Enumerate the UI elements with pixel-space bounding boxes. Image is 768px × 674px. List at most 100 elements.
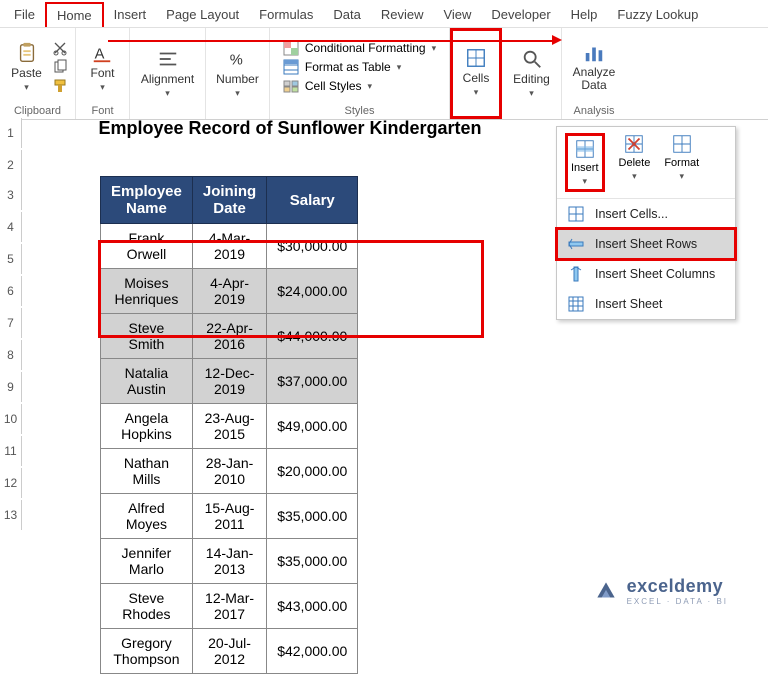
cells-button[interactable]: Cells▾	[459, 45, 494, 100]
menu-insert-cells-label: Insert Cells...	[595, 207, 668, 221]
cell-salary[interactable]: $49,000.00	[267, 404, 358, 449]
number-button[interactable]: % Number▾	[212, 46, 263, 101]
cell-date[interactable]: 22-Apr-2016	[192, 314, 266, 359]
watermark-icon	[593, 578, 619, 604]
row-header[interactable]: 6	[0, 276, 22, 306]
table-row[interactable]: Moises Henriques4-Apr-2019$24,000.00	[101, 269, 358, 314]
table-row[interactable]: Jennifer Marlo14-Jan-2013$35,000.00	[101, 539, 358, 584]
col-header-salary[interactable]: Salary	[267, 177, 358, 224]
cell-name[interactable]: Natalia Austin	[101, 359, 193, 404]
cell-date[interactable]: 4-Apr-2019	[192, 269, 266, 314]
insert-cells-menu-icon	[567, 205, 585, 223]
chevron-down-icon: ▾	[432, 43, 437, 54]
menu-insert-sheet[interactable]: Insert Sheet	[557, 289, 735, 319]
cell-date[interactable]: 20-Jul-2012	[192, 629, 266, 674]
number-label: Number	[216, 72, 259, 86]
row-header[interactable]: 1	[0, 118, 22, 148]
cell-name[interactable]: Alfred Moyes	[101, 494, 193, 539]
font-button[interactable]: A Font▾	[86, 40, 118, 95]
insert-split-button[interactable]: Insert▾	[565, 133, 605, 192]
alignment-button[interactable]: Alignment▾	[137, 46, 198, 101]
cell-salary[interactable]: $43,000.00	[267, 584, 358, 629]
table-row[interactable]: Steve Smith22-Apr-2016$44,000.00	[101, 314, 358, 359]
cell-name[interactable]: Jennifer Marlo	[101, 539, 193, 584]
annotation-arrow	[108, 40, 556, 42]
cut-icon[interactable]	[52, 40, 68, 56]
menu-insert-sheet-columns[interactable]: Insert Sheet Columns	[557, 259, 735, 289]
cell-name[interactable]: Angela Hopkins	[101, 404, 193, 449]
tab-fuzzy-lookup[interactable]: Fuzzy Lookup	[607, 3, 708, 26]
menu-insert-rows-label: Insert Sheet Rows	[595, 237, 697, 251]
tab-developer[interactable]: Developer	[481, 3, 560, 26]
watermark: exceldemy EXCEL · DATA · BI	[593, 576, 728, 606]
col-header-name[interactable]: Employee Name	[101, 177, 193, 224]
editing-button[interactable]: Editing▾	[509, 46, 554, 101]
tab-page-layout[interactable]: Page Layout	[156, 3, 249, 26]
tab-review[interactable]: Review	[371, 3, 434, 26]
cell-salary[interactable]: $20,000.00	[267, 449, 358, 494]
font-label: Font	[90, 66, 114, 80]
row-header[interactable]: 9	[0, 372, 22, 402]
delete-split-button[interactable]: Delete▾	[619, 133, 651, 192]
cell-styles-button[interactable]: Cell Styles ▾	[283, 78, 372, 94]
cell-salary[interactable]: $35,000.00	[267, 539, 358, 584]
cell-salary[interactable]: $35,000.00	[267, 494, 358, 539]
watermark-sub: EXCEL · DATA · BI	[627, 597, 728, 606]
cell-name[interactable]: Moises Henriques	[101, 269, 193, 314]
cell-date[interactable]: 28-Jan-2010	[192, 449, 266, 494]
cell-salary[interactable]: $30,000.00	[267, 224, 358, 269]
menu-insert-cells[interactable]: Insert Cells...	[557, 199, 735, 229]
cell-date[interactable]: 12-Mar-2017	[192, 584, 266, 629]
cell-name[interactable]: Frank Orwell	[101, 224, 193, 269]
table-row[interactable]: Natalia Austin12-Dec-2019$37,000.00	[101, 359, 358, 404]
tab-formulas[interactable]: Formulas	[249, 3, 323, 26]
table-row[interactable]: Alfred Moyes15-Aug-2011$35,000.00	[101, 494, 358, 539]
row-header[interactable]: 5	[0, 244, 22, 274]
row-header[interactable]: 13	[0, 500, 22, 530]
tab-help[interactable]: Help	[561, 3, 608, 26]
cell-salary[interactable]: $37,000.00	[267, 359, 358, 404]
row-header[interactable]: 10	[0, 404, 22, 434]
cell-salary[interactable]: $44,000.00	[267, 314, 358, 359]
employee-table[interactable]: Employee Name Joining Date Salary Frank …	[100, 176, 358, 674]
menu-insert-sheet-rows[interactable]: Insert Sheet Rows	[557, 229, 735, 259]
row-header[interactable]: 12	[0, 468, 22, 498]
table-row[interactable]: Gregory Thompson20-Jul-2012$42,000.00	[101, 629, 358, 674]
row-header[interactable]: 11	[0, 436, 22, 466]
cell-salary[interactable]: $42,000.00	[267, 629, 358, 674]
cell-date[interactable]: 14-Jan-2013	[192, 539, 266, 584]
conditional-formatting-button[interactable]: Conditional Formatting ▾	[283, 40, 436, 56]
cell-date[interactable]: 4-Mar-2019	[192, 224, 266, 269]
analyze-data-button[interactable]: Analyze Data	[569, 40, 620, 94]
row-header[interactable]: 2	[0, 150, 22, 180]
cell-date[interactable]: 12-Dec-2019	[192, 359, 266, 404]
paste-button[interactable]: Paste ▾	[7, 40, 46, 95]
insert-label: Insert	[571, 162, 599, 174]
row-header[interactable]: 7	[0, 308, 22, 338]
cell-name[interactable]: Steve Rhodes	[101, 584, 193, 629]
format-as-table-button[interactable]: Format as Table ▾	[283, 59, 401, 75]
copy-icon[interactable]	[52, 59, 68, 75]
table-row[interactable]: Steve Rhodes12-Mar-2017$43,000.00	[101, 584, 358, 629]
table-row[interactable]: Angela Hopkins23-Aug-2015$49,000.00	[101, 404, 358, 449]
svg-text:%: %	[229, 52, 242, 68]
tab-file[interactable]: File	[4, 3, 45, 26]
col-header-date[interactable]: Joining Date	[192, 177, 266, 224]
cell-date[interactable]: 23-Aug-2015	[192, 404, 266, 449]
tab-data[interactable]: Data	[323, 3, 370, 26]
tab-home[interactable]: Home	[45, 2, 104, 27]
cell-name[interactable]: Steve Smith	[101, 314, 193, 359]
cell-name[interactable]: Gregory Thompson	[101, 629, 193, 674]
format-painter-icon[interactable]	[52, 78, 68, 94]
cell-date[interactable]: 15-Aug-2011	[192, 494, 266, 539]
row-header[interactable]: 4	[0, 212, 22, 242]
row-header[interactable]: 8	[0, 340, 22, 370]
table-row[interactable]: Nathan Mills28-Jan-2010$20,000.00	[101, 449, 358, 494]
row-header[interactable]: 3	[0, 180, 22, 210]
tab-view[interactable]: View	[433, 3, 481, 26]
cell-name[interactable]: Nathan Mills	[101, 449, 193, 494]
cell-salary[interactable]: $24,000.00	[267, 269, 358, 314]
table-row[interactable]: Frank Orwell4-Mar-2019$30,000.00	[101, 224, 358, 269]
tab-insert[interactable]: Insert	[104, 3, 157, 26]
format-split-button[interactable]: Format▾	[664, 133, 699, 192]
